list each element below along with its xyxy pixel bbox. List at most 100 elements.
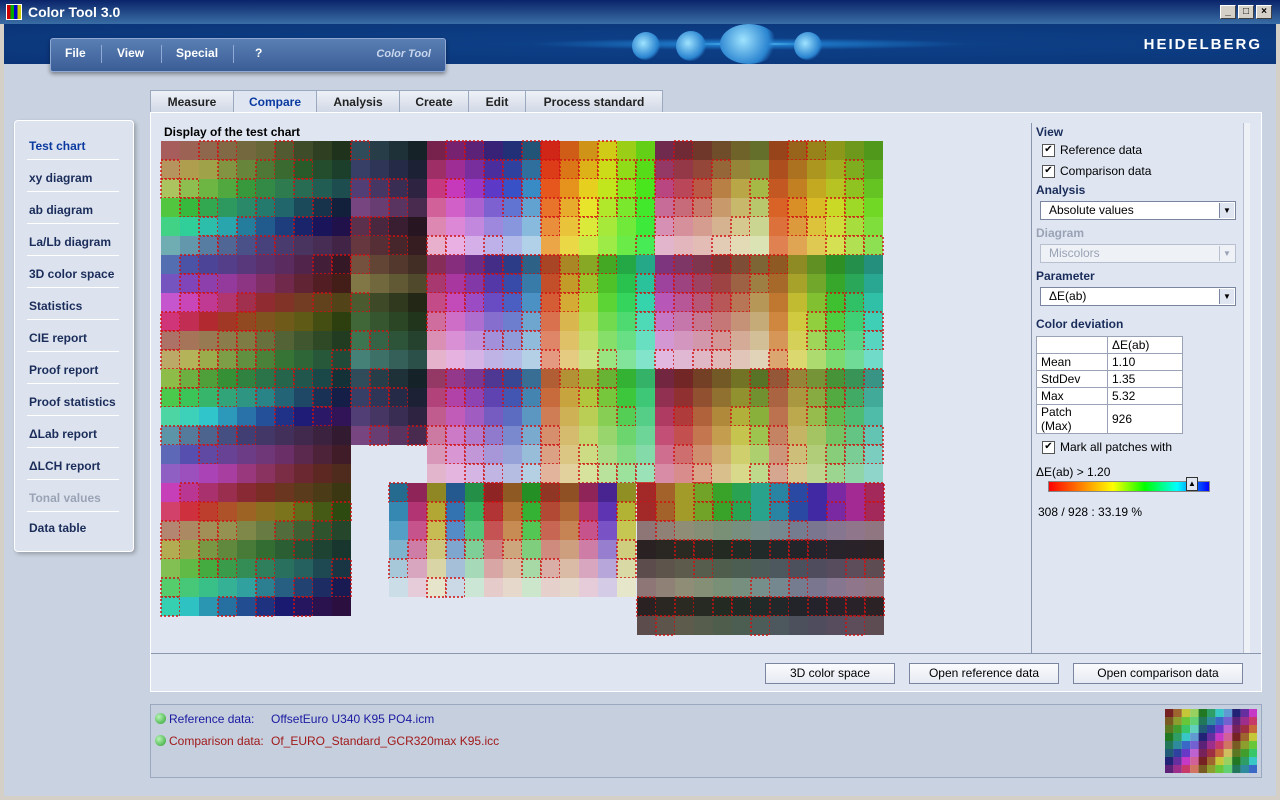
chart-patch [808,483,827,502]
analysis-select[interactable]: Absolute values ▼ [1040,201,1236,220]
chart-patch [711,159,732,180]
chart-patch [540,444,561,465]
chart-patch [807,350,826,369]
sidebar-item-statistics[interactable]: Statistics [29,299,82,313]
chart-patch [313,179,332,198]
tab-create[interactable]: Create [399,90,469,114]
chart-patch [750,217,769,236]
chart-patch [198,444,219,465]
menu-file[interactable]: File [65,46,86,60]
chart-patch [827,578,846,597]
chart-patch [503,502,522,521]
chart-patch [180,407,199,426]
reference-checkbox[interactable]: ✔ [1042,144,1055,157]
chart-patch [770,559,789,578]
minimize-button[interactable]: _ [1220,5,1236,19]
sidebar-item-test-chart[interactable]: Test chart [29,139,85,153]
close-button[interactable]: × [1256,5,1272,19]
mark-patches-checkbox[interactable]: ✔ [1042,441,1055,454]
table-header-cell: ΔE(ab) [1107,336,1183,354]
sidebar-item-dlch-report[interactable]: ΔLCH report [29,459,100,473]
chart-patch [256,445,275,464]
chart-patch [160,596,181,617]
chart-patch [502,368,523,389]
chart-patch [807,464,826,483]
chart-patch [465,217,484,236]
chart-patch [674,388,693,407]
chart-patch [826,501,847,522]
chart-patch [294,483,313,502]
chart-patch [237,198,256,217]
chart-patch [636,596,657,617]
chart-patch [256,141,275,160]
panel-splitter[interactable] [1243,123,1250,653]
maximize-button[interactable]: □ [1238,5,1254,19]
3d-color-space-button[interactable]: 3D color space [765,663,895,684]
chart-patch [674,217,693,236]
chart-patch [389,312,408,331]
chart-patch [179,368,200,389]
chart-patch [445,501,466,522]
chart-patch [559,273,580,294]
chart-patch [332,217,351,236]
menu-help[interactable]: ? [255,46,262,60]
sidebar-item-data-table[interactable]: Data table [29,521,86,535]
sidebar-item-cie-report[interactable]: CIE report [29,331,87,345]
chart-patch [369,425,390,446]
tab-edit[interactable]: Edit [468,90,526,114]
chart-patch [808,559,827,578]
chart-patch [331,368,352,389]
open-reference-button[interactable]: Open reference data [909,663,1059,684]
chart-patch [560,141,579,160]
chart-patch [864,217,883,236]
open-comparison-button[interactable]: Open comparison data [1073,663,1243,684]
sidebar-item-ab-diagram[interactable]: ab diagram [29,203,93,217]
chart-patch [751,540,770,559]
chart-patch [256,217,275,236]
chart-patch [217,140,238,161]
chart-patch [769,274,788,293]
sidebar-item-dlab-report[interactable]: ΔLab report [29,427,97,441]
comparison-checkbox[interactable]: ✔ [1042,165,1055,178]
sidebar-item-proof-statistics[interactable]: Proof statistics [29,395,116,409]
test-chart-thumbnail [1165,709,1257,773]
chart-patch [198,197,219,218]
chart-patch [845,596,866,617]
chart-patch [712,596,733,617]
chart-patch [846,540,865,559]
chart-patch [787,368,808,389]
chart-patch [541,521,560,540]
chart-patch [826,217,845,236]
chart-patch [464,425,485,446]
chart-patch [426,577,447,598]
table-cell: Patch (Max) [1036,404,1108,434]
chart-patch [237,407,256,426]
chart-patch [160,539,181,560]
chart-patch [199,179,218,198]
parameter-select[interactable]: ΔE(ab) ▼ [1040,287,1236,306]
chart-patch [256,255,275,274]
sidebar-item-la-lb-diagram[interactable]: La/Lb diagram [29,235,111,249]
sidebar-item-proof-report[interactable]: Proof report [29,363,98,377]
tab-measure[interactable]: Measure [150,90,234,114]
tab-analysis[interactable]: Analysis [316,90,400,114]
chart-patch [769,160,788,179]
chart-patch [578,387,599,408]
chart-patch [294,426,313,445]
chart-patch [655,236,674,255]
chart-patch [446,559,465,578]
chart-patch [806,330,827,351]
sidebar-item-xy-diagram[interactable]: xy diagram [29,171,92,185]
chart-patch [332,407,351,426]
menu-view[interactable]: View [117,46,144,60]
sidebar-item-3d-color-space[interactable]: 3D color space [29,267,114,281]
chart-patch [370,407,389,426]
chart-patch [844,292,865,313]
threshold-slider-thumb[interactable]: ▲ [1186,477,1198,491]
tab-process-standard[interactable]: Process standard [525,90,663,114]
chart-patch [293,539,314,560]
chart-patch [712,501,733,522]
test-chart[interactable] [159,139,889,639]
chart-patch [161,217,180,236]
menu-special[interactable]: Special [176,46,218,60]
